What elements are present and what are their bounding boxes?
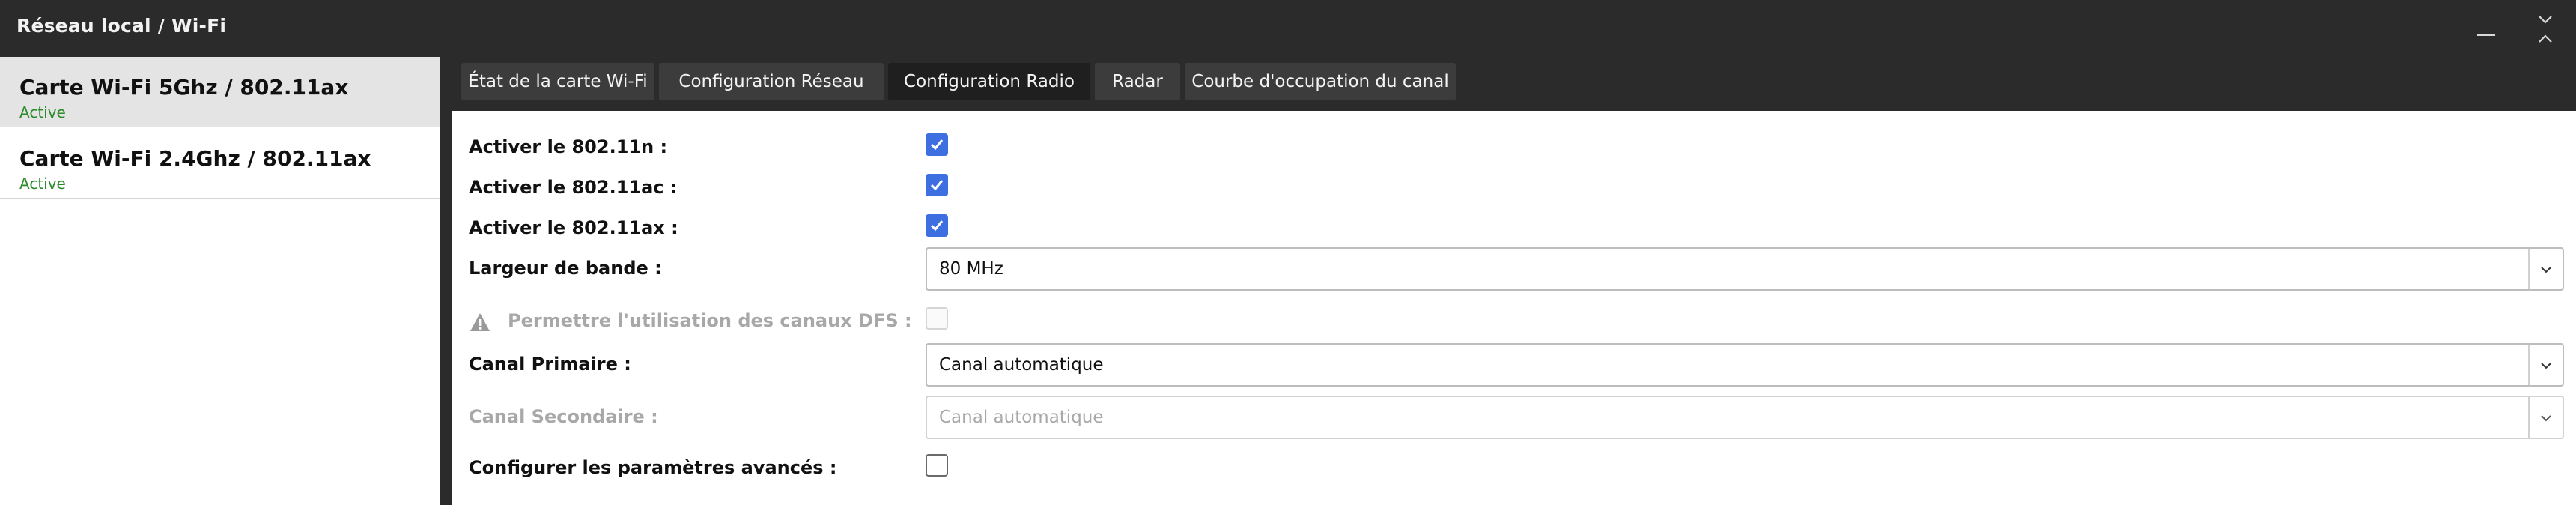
secondary-channel-select[interactable]: Canal automatique (926, 396, 2564, 439)
chevron-down-icon (2541, 363, 2551, 369)
tab-etat-carte[interactable]: État de la carte Wi-Fi (461, 63, 654, 100)
primary-channel-select[interactable]: Canal automatique (926, 343, 2564, 387)
enable-80211ac-checkbox[interactable] (926, 174, 948, 196)
tab-configuration-reseau[interactable]: Configuration Réseau (659, 63, 884, 100)
primary-channel-label: Canal Primaire : (469, 354, 631, 375)
tab-courbe-occupation[interactable]: Courbe d'occupation du canal (1185, 63, 1456, 100)
sidebar-item-name: Carte Wi-Fi 2.4Ghz / 802.11ax (19, 146, 371, 171)
bandwidth-label: Largeur de bande : (469, 258, 662, 279)
sidebar-item-wifi-5ghz[interactable]: Carte Wi-Fi 5Ghz / 802.11ax Active (0, 57, 440, 127)
checkmark-icon (930, 180, 944, 191)
minimize-icon[interactable] (2477, 34, 2495, 36)
checkmark-icon (930, 220, 944, 232)
warning-icon (470, 313, 490, 331)
tab-bar: État de la carte Wi-Fi Configuration Rés… (446, 57, 2576, 111)
secondary-channel-value: Canal automatique (939, 408, 1104, 427)
sidebar: Carte Wi-Fi 5Ghz / 802.11ax Active Carte… (0, 57, 446, 505)
sidebar-item-status: Active (19, 103, 66, 121)
sidebar-item-wifi-2-4ghz[interactable]: Carte Wi-Fi 2.4Ghz / 802.11ax Active (0, 128, 440, 199)
collapse-chevrons-icon[interactable] (2534, 13, 2557, 45)
sidebar-item-name: Carte Wi-Fi 5Ghz / 802.11ax (19, 75, 349, 100)
enable-80211ac-label: Activer le 802.11ac : (469, 177, 678, 198)
title-bar: Réseau local / Wi-Fi (0, 0, 2576, 57)
dfs-label: Permettre l'utilisation des canaux DFS : (508, 310, 912, 331)
chevron-down-icon (2541, 267, 2551, 273)
sidebar-item-status: Active (19, 175, 66, 193)
dfs-checkbox[interactable] (926, 307, 948, 330)
select-separator (2528, 345, 2530, 385)
bandwidth-value: 80 MHz (939, 259, 1003, 279)
tab-configuration-radio[interactable]: Configuration Radio (888, 63, 1090, 100)
enable-80211ax-checkbox[interactable] (926, 214, 948, 237)
select-separator (2528, 249, 2530, 289)
advanced-settings-label: Configurer les paramètres avancés : (469, 457, 837, 478)
radio-config-panel: Activer le 802.11n : Activer le 802.11ac… (452, 111, 2576, 505)
bandwidth-select[interactable]: 80 MHz (926, 247, 2564, 291)
enable-80211ax-label: Activer le 802.11ax : (469, 217, 678, 238)
enable-80211n-label: Activer le 802.11n : (469, 136, 668, 157)
chevron-down-icon (2541, 415, 2551, 422)
tab-radar[interactable]: Radar (1095, 63, 1180, 100)
window-title: Réseau local / Wi-Fi (16, 15, 227, 37)
checkmark-icon (930, 139, 944, 151)
select-separator (2528, 397, 2530, 438)
enable-80211n-checkbox[interactable] (926, 133, 948, 156)
secondary-channel-label: Canal Secondaire : (469, 406, 658, 427)
advanced-settings-checkbox[interactable] (926, 454, 948, 477)
primary-channel-value: Canal automatique (939, 355, 1104, 375)
